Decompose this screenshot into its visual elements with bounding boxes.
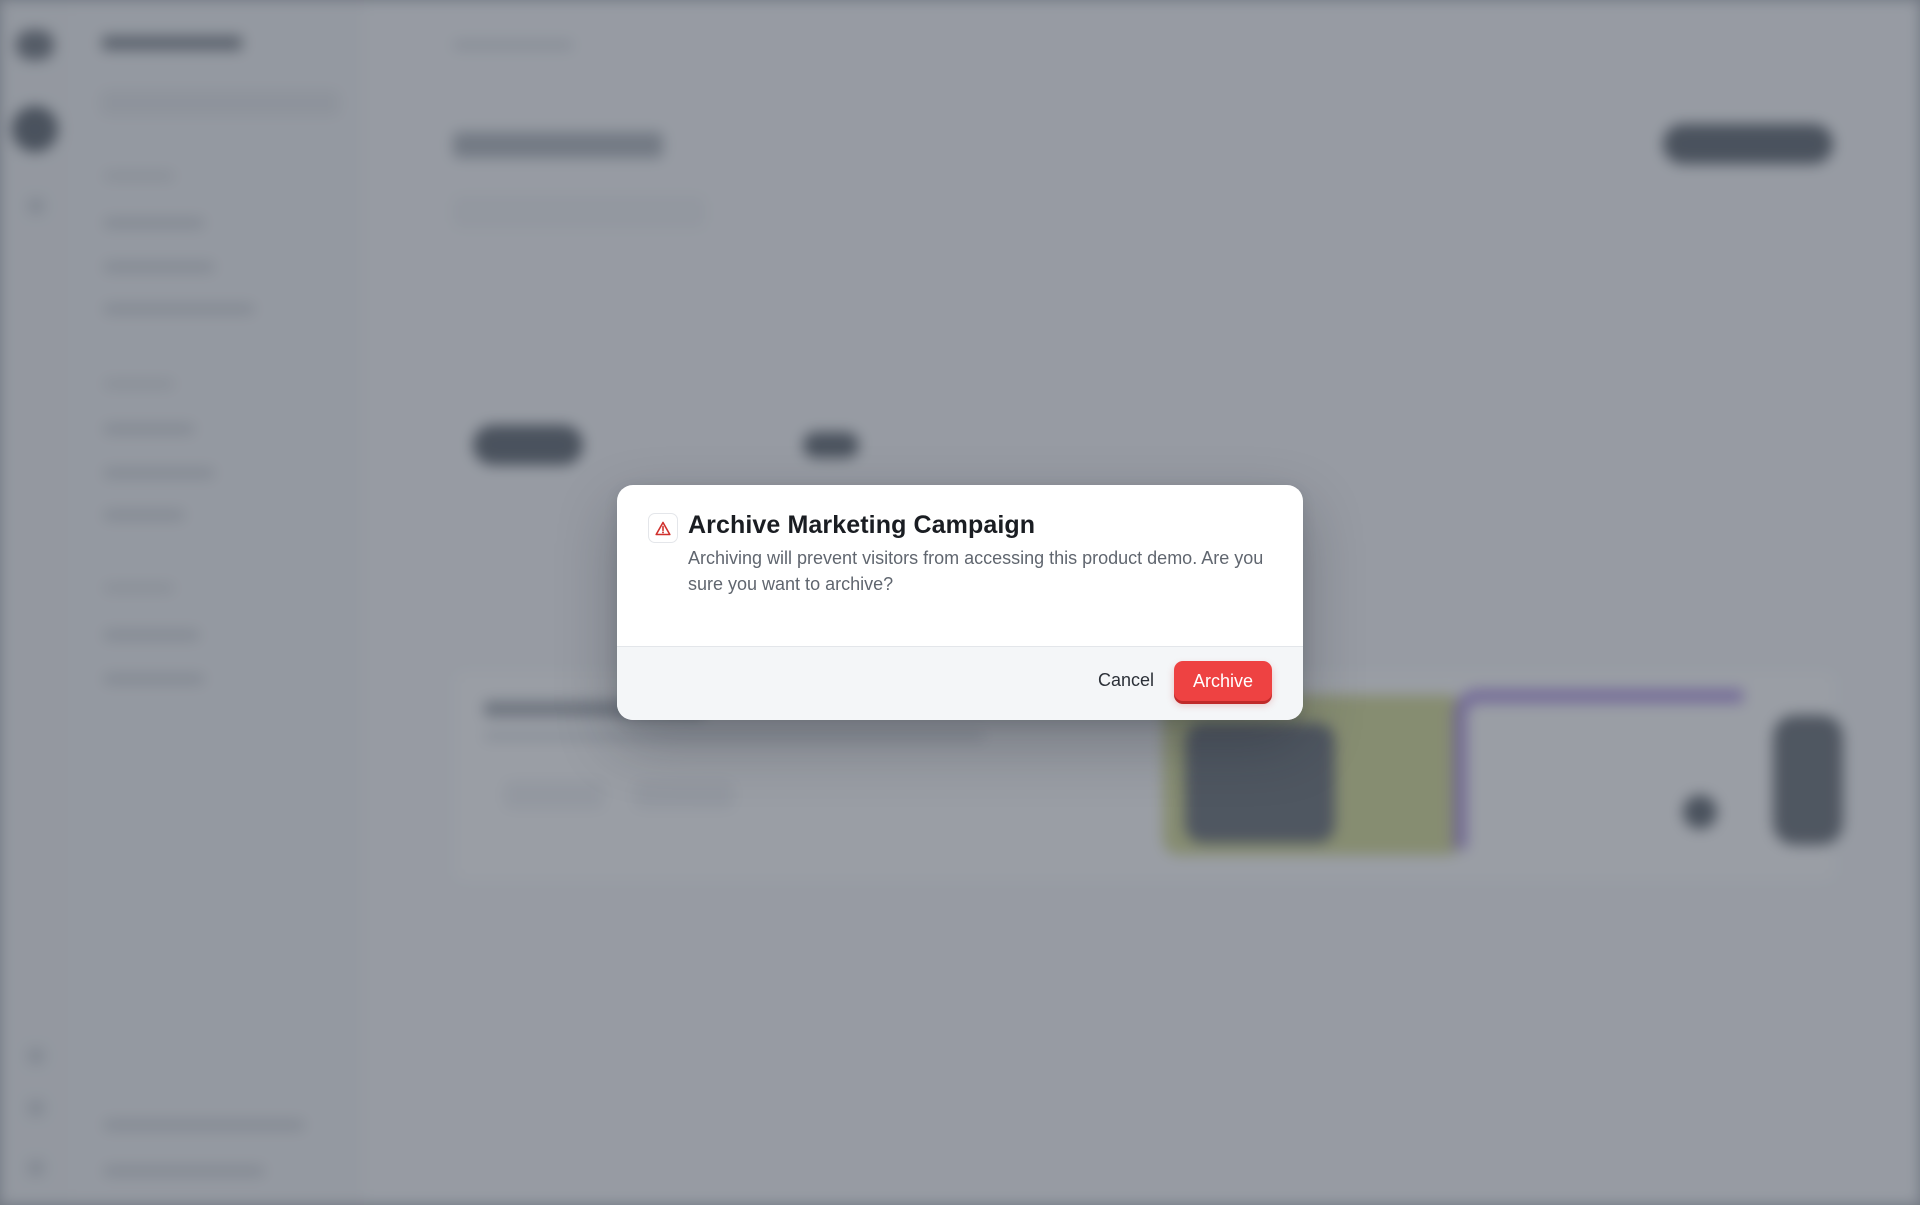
dialog-body: Archive Marketing Campaign Archiving wil… bbox=[617, 485, 1303, 647]
archive-dialog: Archive Marketing Campaign Archiving wil… bbox=[617, 485, 1303, 720]
dialog-title: Archive Marketing Campaign bbox=[688, 511, 1036, 539]
cancel-button[interactable]: Cancel bbox=[1076, 660, 1176, 700]
archive-button[interactable]: Archive bbox=[1174, 661, 1272, 701]
dialog-description: Archiving will prevent visitors from acc… bbox=[688, 548, 1264, 594]
dialog-footer: Cancel Archive bbox=[617, 647, 1303, 720]
warning-triangle-icon bbox=[648, 513, 678, 543]
